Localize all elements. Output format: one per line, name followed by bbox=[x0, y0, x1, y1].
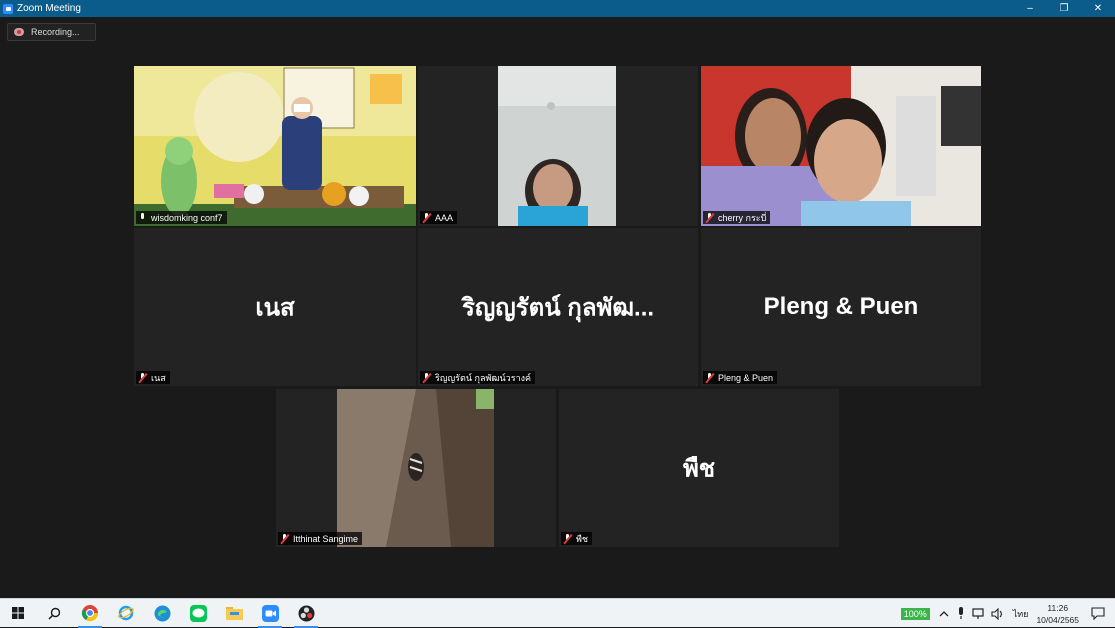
obs-icon bbox=[298, 605, 314, 621]
video-tile-itthinat[interactable]: Itthinat Sangime bbox=[276, 389, 556, 547]
taskbar-line[interactable] bbox=[180, 599, 216, 628]
volume-icon[interactable] bbox=[991, 607, 1005, 620]
participant-name: wisdomking conf7 bbox=[151, 212, 223, 223]
participant-display-name: เนส bbox=[255, 294, 295, 322]
system-clock[interactable]: 11:26 10/04/2565 bbox=[1036, 602, 1079, 626]
participant-display-name: พืช bbox=[682, 455, 716, 483]
taskbar-edge[interactable] bbox=[144, 599, 180, 628]
search-icon bbox=[47, 607, 60, 620]
line-app-icon bbox=[189, 604, 207, 622]
video-tile-phuet[interactable]: พืช พืช bbox=[559, 389, 839, 547]
participant-name: พืช bbox=[576, 533, 589, 544]
zoom-app-icon bbox=[3, 3, 13, 14]
chrome-icon bbox=[81, 605, 99, 622]
system-tray: 100% ไทย 11:26 10/04/2565 bbox=[900, 599, 1115, 628]
chevron-up-icon[interactable] bbox=[938, 609, 950, 619]
mic-muted-icon bbox=[563, 533, 572, 544]
folder-icon bbox=[225, 607, 243, 620]
notifications-icon[interactable] bbox=[1091, 607, 1105, 620]
edge-icon bbox=[154, 605, 170, 621]
mic-muted-icon bbox=[138, 372, 147, 383]
video-tile-pleng-puen[interactable]: Pleng & Puen Pleng & Puen bbox=[701, 228, 981, 386]
battery-indicator[interactable]: 100% bbox=[900, 607, 930, 620]
participant-name-label: Pleng & Puen bbox=[703, 371, 778, 384]
start-button[interactable] bbox=[0, 599, 36, 628]
mic-muted-icon bbox=[422, 372, 431, 383]
video-tile-aaa[interactable]: AAA bbox=[418, 66, 698, 226]
input-language[interactable]: ไทย bbox=[1013, 607, 1029, 621]
recording-icon bbox=[14, 28, 24, 36]
mic-icon bbox=[138, 212, 147, 223]
recording-indicator[interactable]: Recording... bbox=[7, 23, 96, 41]
mic-muted-icon bbox=[280, 533, 289, 544]
zoom-icon bbox=[261, 604, 279, 622]
participant-video bbox=[418, 66, 698, 226]
mic-muted-icon bbox=[705, 212, 714, 223]
participant-name-label: AAA bbox=[420, 211, 458, 224]
close-button[interactable]: ✕ bbox=[1081, 0, 1115, 17]
minimize-button[interactable]: – bbox=[1013, 0, 1047, 17]
clock-date: 10/04/2565 bbox=[1036, 614, 1079, 625]
windows-logo-icon bbox=[12, 607, 24, 619]
video-tile-nes[interactable]: เนส เนส bbox=[134, 228, 416, 386]
taskbar-internet-explorer[interactable] bbox=[108, 599, 144, 628]
participant-video bbox=[701, 66, 981, 226]
participant-name: ริญญรัตน์ กุลพัฒน์วรางค์ bbox=[435, 372, 532, 383]
video-tile-wisdomking[interactable]: wisdomking conf7 bbox=[134, 66, 416, 226]
participant-name-label: ริญญรัตน์ กุลพัฒน์วรางค์ bbox=[420, 371, 536, 384]
internet-explorer-icon bbox=[118, 605, 134, 621]
clock-time: 11:26 bbox=[1047, 602, 1069, 613]
taskbar-chrome[interactable] bbox=[72, 599, 108, 628]
participant-name-label: Itthinat Sangime bbox=[278, 532, 363, 545]
participant-name: AAA bbox=[435, 212, 454, 223]
window-titlebar: Zoom Meeting – ❐ ✕ bbox=[0, 0, 1115, 17]
mic-muted-icon bbox=[422, 212, 431, 223]
participant-name: Pleng & Puen bbox=[718, 372, 774, 383]
mic-muted-icon bbox=[705, 372, 714, 383]
restore-button[interactable]: ❐ bbox=[1047, 0, 1081, 17]
video-tile-rinyarat[interactable]: ริญญรัตน์ กุลพัฒ... ริญญรัตน์ กุลพัฒน์วร… bbox=[418, 228, 698, 386]
participant-video bbox=[276, 389, 556, 547]
taskbar-zoom[interactable] bbox=[252, 599, 288, 628]
participant-name-label: พืช bbox=[561, 532, 593, 545]
taskbar-file-explorer[interactable] bbox=[216, 599, 252, 628]
recording-label: Recording... bbox=[31, 27, 80, 37]
participant-display-name: ริญญรัตน์ กุลพัฒ... bbox=[461, 294, 655, 322]
participant-name: Itthinat Sangime bbox=[293, 533, 359, 544]
participant-display-name: Pleng & Puen bbox=[763, 293, 919, 320]
search-button[interactable] bbox=[36, 599, 72, 628]
network-icon[interactable] bbox=[972, 607, 986, 620]
participant-name-label: wisdomking conf7 bbox=[136, 211, 227, 224]
window-title: Zoom Meeting bbox=[17, 3, 81, 14]
windows-taskbar: 100% ไทย 11:26 10/04/2565 bbox=[0, 598, 1115, 628]
participant-name-label: เนส bbox=[136, 371, 170, 384]
participant-name: เนส bbox=[151, 372, 166, 383]
taskbar-obs[interactable] bbox=[288, 599, 324, 628]
participant-video bbox=[134, 66, 416, 226]
microphone-icon[interactable] bbox=[956, 607, 966, 620]
participant-name-label: cherry กระบี่ bbox=[703, 211, 771, 224]
participant-name: cherry กระบี่ bbox=[718, 212, 767, 223]
video-tile-cherry[interactable]: cherry กระบี่ bbox=[701, 66, 981, 226]
